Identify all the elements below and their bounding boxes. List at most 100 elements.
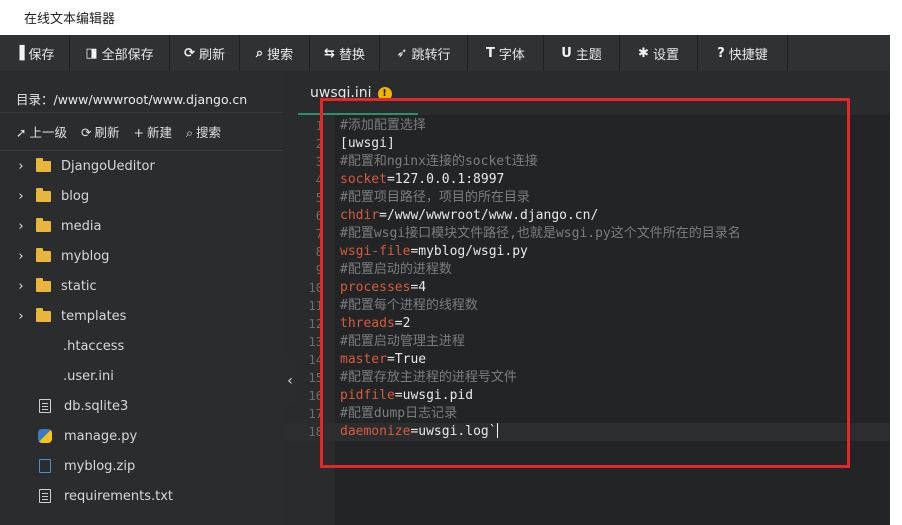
folder-icon <box>36 217 51 232</box>
code-line[interactable]: 18 daemonize=uwsgi.log` <box>283 423 890 441</box>
line-number: 4 <box>315 173 323 187</box>
sidebar-actions: ➚ 上一级 ⟳ 刷新 + 新建 ⌕ 搜索 <box>0 113 283 151</box>
code-line[interactable]: 5 #配置项目路径，项目的所在目录 <box>283 189 890 207</box>
tree-item-manage-py[interactable]: manage.py <box>0 421 283 451</box>
line-number: 12 <box>308 317 323 331</box>
code-text: #配置每个进程的线程数 <box>340 297 478 315</box>
config-value: =uwsgi.log` <box>410 424 497 439</box>
folder-icon <box>36 247 51 262</box>
sidebar-action-label: 新建 <box>146 125 172 140</box>
toolbar-button-9[interactable]: ? 快捷键 <box>698 35 788 71</box>
code-line[interactable]: 11 #配置每个进程的线程数 <box>283 297 890 315</box>
line-number: 9 <box>315 263 323 277</box>
search-icon: ⌕ <box>255 45 264 61</box>
replace-icon: ⇆ <box>324 45 335 61</box>
code-line[interactable]: 17 #配置dump日志记录 <box>283 405 890 423</box>
tree-item-label: .htaccess <box>63 338 125 354</box>
toolbar-button-0[interactable]: ▐ 保存 <box>0 35 70 71</box>
code-line[interactable]: 16 pidfile=uwsgi.pid <box>283 387 890 405</box>
toolbar-button-label: 主题 <box>575 47 602 63</box>
code-line[interactable]: 8 wsgi-file=myblog/wsgi.py <box>283 243 890 261</box>
tree-item-myblog[interactable]: › myblog <box>0 241 283 271</box>
code-line[interactable]: 6 chdir=/www/wwwroot/www.django.cn/ <box>283 207 890 225</box>
file-tree: › DjangoUeditor › blog › media › myblog › static ›… <box>0 151 283 511</box>
toolbar-button-7[interactable]: U 主题 <box>544 35 620 71</box>
code-line[interactable]: 2 [uwsgi] <box>283 135 890 153</box>
tree-item-myblog-zip[interactable]: myblog.zip <box>0 451 283 481</box>
code-line[interactable]: 4 socket=127.0.0.1:8997 <box>283 171 890 189</box>
tree-item-media[interactable]: › media <box>0 211 283 241</box>
tree-item-label: blog <box>61 188 90 204</box>
sidebar-action-2[interactable]: + 新建 <box>134 122 173 141</box>
arrow-up-icon: ➚ <box>16 125 27 140</box>
code-text: #配置存放主进程的进程号文件 <box>340 369 517 387</box>
toolbar-button-6[interactable]: T 字体 <box>468 35 544 71</box>
tab-uwsgi-ini[interactable]: uwsgi.ini! <box>298 71 418 115</box>
code-line[interactable]: 14 master=True <box>283 351 890 369</box>
tree-item-requirements-txt[interactable]: requirements.txt <box>0 481 283 511</box>
config-key: pidfile <box>340 388 395 403</box>
sidebar-action-label: 刷新 <box>94 125 120 140</box>
unsaved-warning-icon: ! <box>377 87 392 101</box>
tree-item-label: templates <box>61 308 127 324</box>
collapse-sidebar-handle[interactable]: ‹ <box>283 357 297 405</box>
tree-item-label: myblog <box>61 248 110 264</box>
toolbar-button-label: 保存 <box>28 47 55 63</box>
code-text: #配置启动的进程数 <box>340 261 452 279</box>
chevron-right-icon[interactable]: › <box>0 279 24 294</box>
font-icon: T <box>486 45 495 61</box>
config-key: processes <box>340 280 411 295</box>
code-text: #添加配置选择 <box>340 117 426 135</box>
tree-item-label: .user.ini <box>63 368 114 384</box>
folder-icon <box>36 187 51 202</box>
code-line[interactable]: 15 #配置存放主进程的进程号文件 <box>283 369 890 387</box>
toolbar-button-2[interactable]: ⟳ 刷新 <box>170 35 240 71</box>
code-line[interactable]: 1 #添加配置选择 <box>283 117 890 135</box>
code-text: socket=127.0.0.1:8997 <box>340 171 504 189</box>
code-comment: #配置存放主进程的进程号文件 <box>340 370 517 385</box>
chevron-right-icon[interactable]: › <box>0 219 24 234</box>
code-editor: uwsgi.ini! 1 #添加配置选择 2 [uwsgi] 3 #配置和nginx连接的… <box>283 71 890 525</box>
chevron-right-icon[interactable]: › <box>0 189 24 204</box>
save-all-icon: ◨ <box>85 45 98 61</box>
tree-item--htaccess[interactable]: .htaccess <box>0 331 283 361</box>
code-comment: #配置和nginx连接的socket连接 <box>340 154 538 169</box>
code-line[interactable]: 7 #配置wsgi接口模块文件路径,也就是wsgi.py这个文件所在的目录名 <box>283 225 890 243</box>
folder-icon <box>36 157 51 172</box>
code-line[interactable]: 13 #配置启动管理主进程 <box>283 333 890 351</box>
chevron-right-icon[interactable]: › <box>0 159 24 174</box>
config-value: [uwsgi] <box>340 136 395 151</box>
line-number: 8 <box>315 245 323 259</box>
toolbar-button-5[interactable]: ➶ 跳转行 <box>380 35 468 71</box>
tree-item-static[interactable]: › static <box>0 271 283 301</box>
zip-file-icon <box>39 459 51 473</box>
tree-item-blog[interactable]: › blog <box>0 181 283 211</box>
tree-item-db-sqlite3[interactable]: db.sqlite3 <box>0 391 283 421</box>
toolbar-button-label: 跳转行 <box>411 47 451 63</box>
toolbar-button-1[interactable]: ◨ 全部保存 <box>70 35 170 71</box>
chevron-right-icon[interactable]: › <box>0 249 24 264</box>
code-line[interactable]: 10 processes=4 <box>283 279 890 297</box>
tree-item--user-ini[interactable]: .user.ini <box>0 361 283 391</box>
code-text: #配置启动管理主进程 <box>340 333 465 351</box>
sidebar-action-1[interactable]: ⟳ 刷新 <box>81 122 120 141</box>
editor-tabs: uwsgi.ini! <box>283 71 890 115</box>
code-line[interactable]: 3 #配置和nginx连接的socket连接 <box>283 153 890 171</box>
toolbar-button-8[interactable]: ✱ 设置 <box>620 35 698 71</box>
line-number: 18 <box>308 425 323 439</box>
code-text: master=True <box>340 351 426 369</box>
file-icon <box>39 489 51 503</box>
tree-item-label: requirements.txt <box>64 488 174 504</box>
toolbar-button-4[interactable]: ⇆ 替换 <box>310 35 380 71</box>
code-line[interactable]: 12 threads=2 <box>283 315 890 333</box>
tree-item-templates[interactable]: › templates <box>0 301 283 331</box>
sidebar-action-0[interactable]: ➚ 上一级 <box>16 122 67 141</box>
code-text: wsgi-file=myblog/wsgi.py <box>340 243 528 261</box>
chevron-right-icon[interactable]: › <box>0 309 24 324</box>
code-line[interactable]: 9 #配置启动的进程数 <box>283 261 890 279</box>
toolbar-button-3[interactable]: ⌕ 搜索 <box>240 35 310 71</box>
sidebar-action-3[interactable]: ⌕ 搜索 <box>186 122 221 141</box>
sidebar-action-label: 搜索 <box>196 125 222 140</box>
tree-item-djangoueditor[interactable]: › DjangoUeditor <box>0 151 283 181</box>
code-area[interactable]: 1 #添加配置选择 2 [uwsgi] 3 #配置和nginx连接的socket连接 4 so… <box>283 117 890 441</box>
